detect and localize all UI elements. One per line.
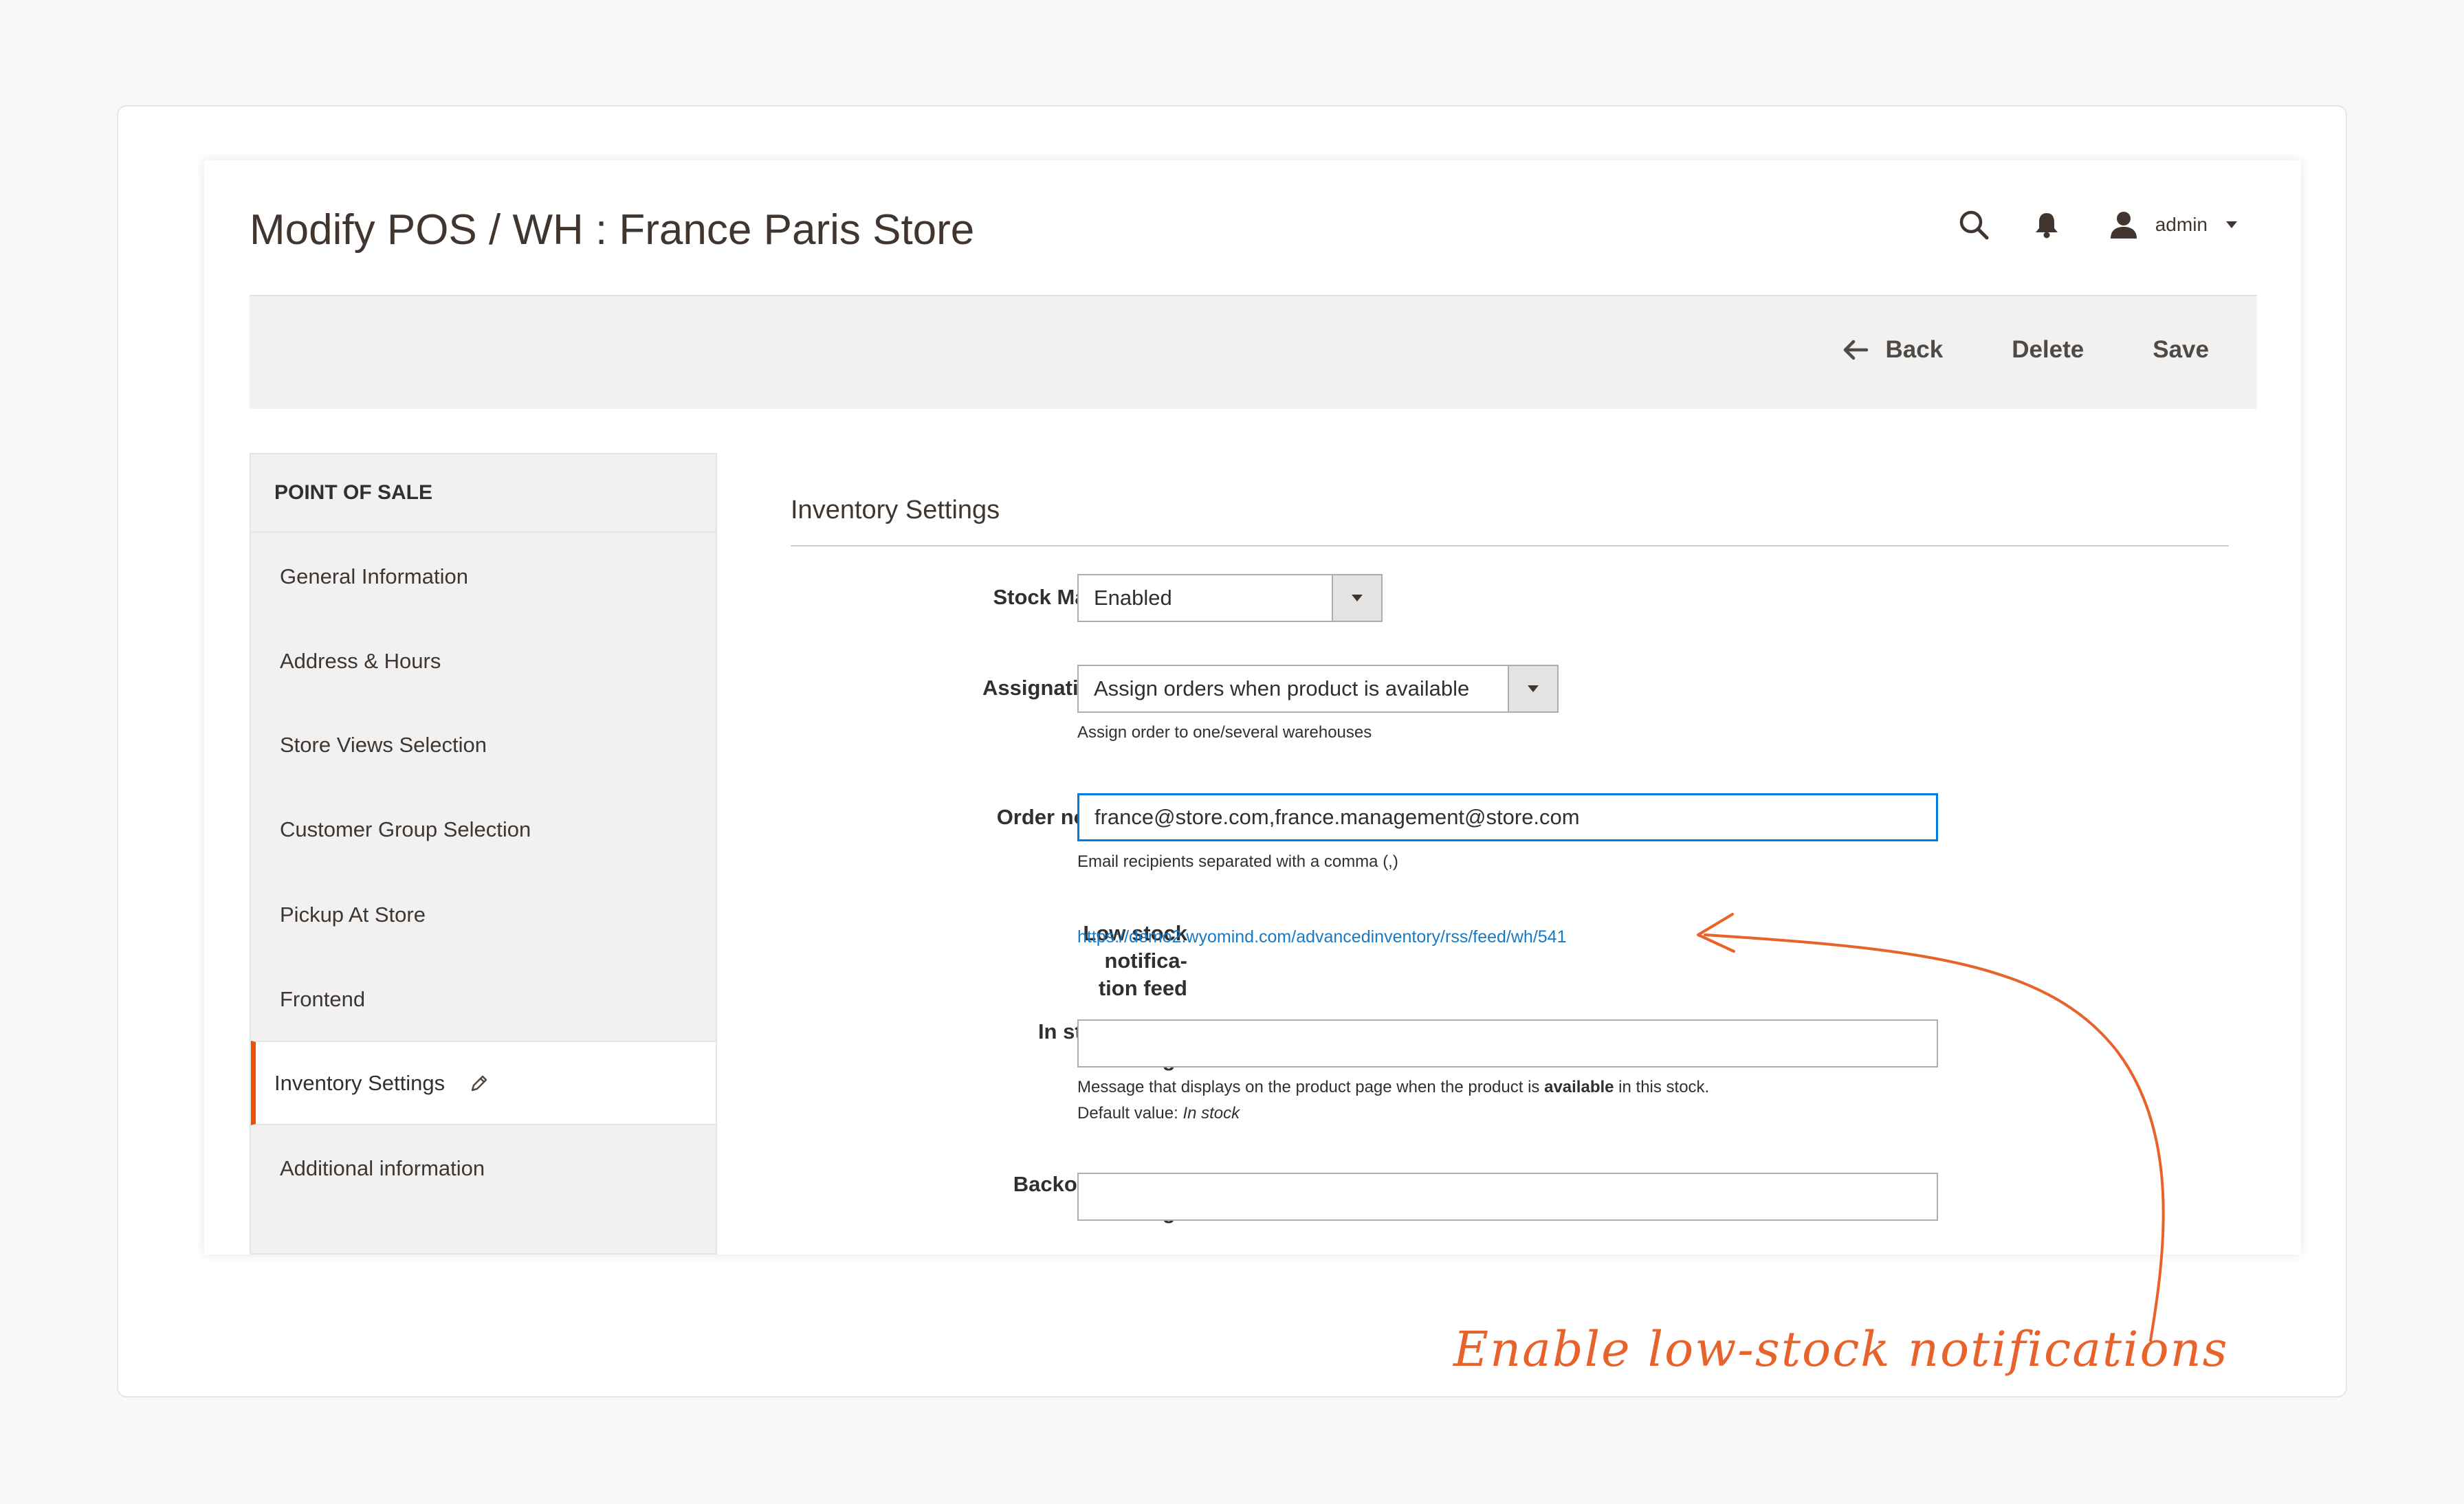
stock-management-select[interactable]: Enabled	[1077, 574, 1383, 622]
in-stock-message-input[interactable]	[1077, 1019, 1938, 1068]
delete-button[interactable]: Delete	[2012, 336, 2084, 364]
sidebar-item-label: Customer Group Selection	[280, 817, 531, 841]
admin-screen: Modify POS / WH : France Paris Store adm…	[204, 160, 2301, 1254]
assignation-method-note: Assign order to one/several warehouses	[1077, 723, 1372, 742]
assignation-method-select[interactable]: Assign orders when product is available	[1077, 665, 1559, 713]
page-actions: Back Delete Save	[1842, 336, 2209, 364]
in-stock-default-note: Default value: In stock	[1077, 1101, 1240, 1127]
order-notifications-input[interactable]: france@store.com,france.management@store…	[1077, 793, 1938, 841]
user-icon[interactable]	[2107, 208, 2140, 241]
sidebar-item-pickup-at-store[interactable]: Pickup At Store	[251, 872, 716, 957]
sidebar-item-label: Store Views Selection	[280, 732, 487, 757]
search-icon[interactable]	[1956, 207, 1992, 243]
save-button[interactable]: Save	[2153, 336, 2209, 364]
pencil-icon	[470, 1074, 489, 1093]
sidebar-item-label: Frontend	[280, 986, 366, 1011]
caret-down-icon[interactable]	[2224, 217, 2239, 232]
sidebar-item-label: General Information	[280, 564, 468, 588]
in-stock-default-prefix: Default value:	[1077, 1104, 1178, 1123]
section-divider	[791, 545, 2229, 546]
sidebar-item-store-views-selection[interactable]: Store Views Selection	[251, 703, 716, 787]
select-arrow-icon	[1508, 666, 1557, 711]
low-stock-feed-label-line2: tion feed	[1098, 976, 1187, 1000]
order-notifications-value: france@store.com,france.management@store…	[1094, 805, 1580, 829]
back-button[interactable]: Back	[1842, 336, 1944, 364]
in-stock-note-prefix: Message that displays on the product pag…	[1077, 1078, 1540, 1096]
sidebar-item-label: Additional information	[280, 1155, 485, 1180]
sidebar-item-frontend[interactable]: Frontend	[251, 957, 716, 1041]
sidebar-heading: POINT OF SALE	[251, 454, 716, 533]
backorder-message-input[interactable]	[1077, 1173, 1938, 1221]
sidebar-item-address-hours[interactable]: Address & Hours	[251, 619, 716, 703]
bell-icon[interactable]	[2032, 210, 2062, 240]
stock-management-value: Enabled	[1094, 586, 1172, 610]
admin-username[interactable]: admin	[2155, 214, 2208, 236]
sidebar-item-label: Pickup At Store	[280, 902, 426, 927]
back-button-label: Back	[1885, 336, 1944, 363]
sidebar-item-additional-information[interactable]: Additional information	[251, 1126, 716, 1210]
arrow-left-icon	[1842, 338, 1869, 362]
low-stock-feed-link[interactable]: https://demo2.wyomind.com/advancedinvent…	[1077, 927, 1567, 947]
assignation-method-value: Assign orders when product is available	[1094, 676, 1470, 700]
sidebar: POINT OF SALE General Information Addres…	[250, 453, 717, 1254]
page-actions-bar: Back Delete Save	[250, 295, 2257, 409]
section-title: Inventory Settings	[791, 496, 1000, 524]
in-stock-message-note: Message that displays on the product pag…	[1077, 1074, 1709, 1101]
sidebar-item-label: Inventory Settings	[274, 1070, 446, 1095]
header-toolbar: admin	[1956, 204, 2239, 245]
order-notifications-note: Email recipients separated with a comma …	[1077, 852, 1398, 871]
in-stock-default-value: In stock	[1182, 1104, 1240, 1123]
sidebar-item-general-information[interactable]: General Information	[251, 534, 716, 619]
sidebar-item-inventory-settings[interactable]: Inventory Settings	[251, 1041, 716, 1125]
page-title: Modify POS / WH : France Paris Store	[250, 206, 975, 254]
select-arrow-icon	[1332, 575, 1381, 621]
annotation-label: Enable low-stock notifications	[1453, 1321, 2229, 1378]
sidebar-item-customer-group-selection[interactable]: Customer Group Selection	[251, 787, 716, 872]
sidebar-item-label: Address & Hours	[280, 648, 441, 673]
in-stock-note-bold: available	[1544, 1078, 1614, 1096]
in-stock-note-suffix: in this stock.	[1618, 1078, 1710, 1096]
